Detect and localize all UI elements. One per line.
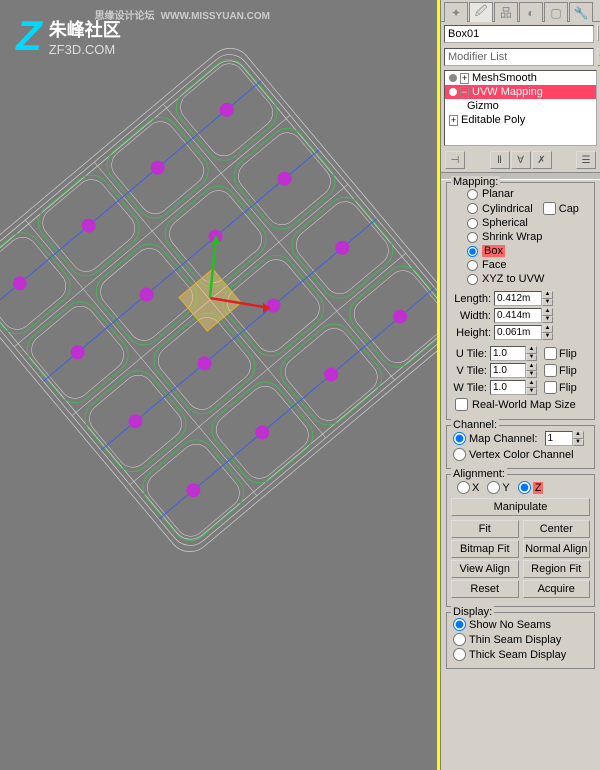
map-channel-radio[interactable] bbox=[453, 432, 466, 445]
reset-button[interactable]: Reset bbox=[451, 580, 519, 598]
box-radio[interactable] bbox=[467, 246, 478, 257]
vflip-checkbox[interactable] bbox=[544, 364, 557, 377]
fit-button[interactable]: Fit bbox=[451, 520, 519, 538]
modifier-stack[interactable]: +MeshSmooth −UVW Mapping Gizmo +Editable… bbox=[444, 70, 597, 146]
align-z-radio[interactable] bbox=[518, 481, 531, 494]
display-tab[interactable]: ▢ bbox=[544, 2, 568, 22]
modifier-list-dropdown[interactable] bbox=[444, 48, 594, 66]
length-down[interactable]: ▼ bbox=[542, 299, 553, 307]
manipulate-button[interactable]: Manipulate bbox=[451, 498, 590, 516]
channel-group: Channel: Map Channel:▲▼ Vertex Color Cha… bbox=[446, 425, 595, 469]
utilities-tab[interactable]: 🔧 bbox=[569, 2, 593, 22]
uflip-checkbox[interactable] bbox=[544, 347, 557, 360]
height-input[interactable] bbox=[494, 325, 542, 340]
planar-radio[interactable] bbox=[467, 189, 478, 200]
no-seams-radio[interactable] bbox=[453, 618, 466, 631]
width-input[interactable] bbox=[494, 308, 542, 323]
cap-checkbox[interactable] bbox=[543, 202, 556, 215]
face-radio[interactable] bbox=[467, 260, 478, 271]
show-end-result-button[interactable]: Ⅱ bbox=[490, 151, 510, 169]
width-up[interactable]: ▲ bbox=[542, 308, 553, 316]
alignment-legend: Alignment: bbox=[451, 468, 507, 480]
center-button[interactable]: Center bbox=[523, 520, 591, 538]
view-align-button[interactable]: View Align bbox=[451, 560, 519, 578]
width-down[interactable]: ▼ bbox=[542, 316, 553, 324]
pin-stack-button[interactable]: ⊣ bbox=[445, 151, 465, 169]
realworld-checkbox[interactable] bbox=[455, 398, 468, 411]
configure-sets-button[interactable]: ☰ bbox=[576, 151, 596, 169]
viewport-3d[interactable]: 思缘设计论坛WWW.MISSYUAN.COM Z 朱峰社区ZF3D.COM bbox=[0, 0, 440, 770]
alignment-group: Alignment: X Y Z Manipulate FitCenter Bi… bbox=[446, 474, 595, 607]
command-panel-tabs: ✦ 🖉 品 ◐ ▢ 🔧 bbox=[441, 0, 600, 22]
wireframe-mesh bbox=[0, 0, 440, 600]
stack-meshsmooth[interactable]: +MeshSmooth bbox=[445, 71, 596, 85]
bitmap-fit-button[interactable]: Bitmap Fit bbox=[451, 540, 519, 558]
mapping-group: Mapping: Planar CylindricalCap Spherical… bbox=[446, 182, 595, 420]
length-input[interactable] bbox=[494, 291, 542, 306]
thin-seam-radio[interactable] bbox=[453, 633, 466, 646]
wtile-input[interactable] bbox=[490, 380, 526, 395]
acquire-button[interactable]: Acquire bbox=[523, 580, 591, 598]
xyz-uvw-radio[interactable] bbox=[467, 274, 478, 285]
vertex-color-radio[interactable] bbox=[453, 448, 466, 461]
shrink-wrap-radio[interactable] bbox=[467, 232, 478, 243]
height-up[interactable]: ▲ bbox=[542, 325, 553, 333]
region-fit-button[interactable]: Region Fit bbox=[523, 560, 591, 578]
display-legend: Display: bbox=[451, 606, 494, 618]
object-color-swatch[interactable] bbox=[597, 25, 599, 41]
modify-tab[interactable]: 🖉 bbox=[469, 2, 493, 22]
cylindrical-radio[interactable] bbox=[467, 203, 478, 214]
mapping-legend: Mapping: bbox=[451, 176, 500, 188]
utile-input[interactable] bbox=[490, 346, 526, 361]
stack-uvw-mapping[interactable]: −UVW Mapping bbox=[445, 85, 596, 99]
channel-legend: Channel: bbox=[451, 419, 499, 431]
length-up[interactable]: ▲ bbox=[542, 291, 553, 299]
map-channel-input[interactable] bbox=[545, 431, 573, 446]
stack-gizmo[interactable]: Gizmo bbox=[445, 99, 596, 113]
create-tab[interactable]: ✦ bbox=[444, 2, 468, 22]
object-name-input[interactable] bbox=[444, 25, 594, 43]
align-y-radio[interactable] bbox=[487, 481, 500, 494]
hierarchy-tab[interactable]: 品 bbox=[494, 2, 518, 22]
normal-align-button[interactable]: Normal Align bbox=[523, 540, 591, 558]
align-x-radio[interactable] bbox=[457, 481, 470, 494]
motion-tab[interactable]: ◐ bbox=[519, 2, 543, 22]
display-group: Display: Show No Seams Thin Seam Display… bbox=[446, 612, 595, 669]
site-logo: Z 朱峰社区ZF3D.COM bbox=[16, 12, 121, 60]
spherical-radio[interactable] bbox=[467, 218, 478, 229]
thick-seam-radio[interactable] bbox=[453, 648, 466, 661]
make-unique-button[interactable]: ∀ bbox=[511, 151, 531, 169]
remove-modifier-button[interactable]: ✗ bbox=[532, 151, 552, 169]
vtile-input[interactable] bbox=[490, 363, 526, 378]
command-panel: ✦ 🖉 品 ◐ ▢ 🔧 ▼ +MeshSmooth −UVW Mapping G… bbox=[440, 0, 600, 770]
stack-editable-poly[interactable]: +Editable Poly bbox=[445, 113, 596, 127]
height-down[interactable]: ▼ bbox=[542, 333, 553, 341]
wflip-checkbox[interactable] bbox=[544, 381, 557, 394]
